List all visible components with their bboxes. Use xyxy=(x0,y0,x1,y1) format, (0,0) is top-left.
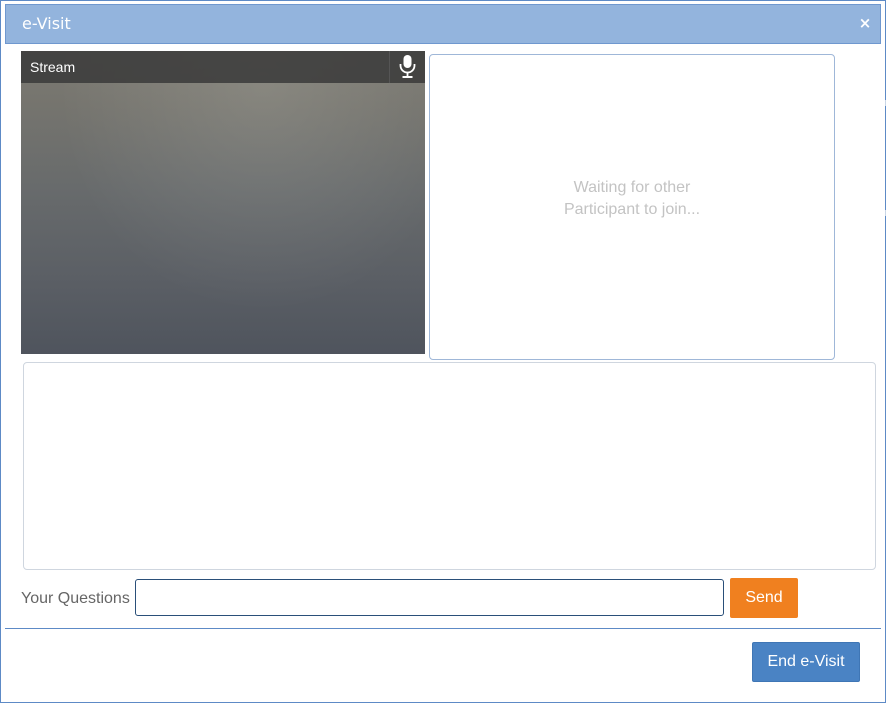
microphone-icon xyxy=(399,55,416,78)
waiting-status-text: Waiting for other Participant to join... xyxy=(563,179,701,218)
footer-divider xyxy=(5,628,881,629)
local-video-label: Stream xyxy=(30,59,76,75)
end-evisit-button[interactable]: End e-Visit xyxy=(752,642,860,682)
evisit-dialog: e-Visit × Stream Waiting for other Parti… xyxy=(0,0,886,703)
send-button[interactable]: Send xyxy=(730,578,798,618)
dialog-title-bar: e-Visit × xyxy=(5,4,881,44)
chat-log[interactable] xyxy=(23,362,876,570)
local-video-stream: Stream xyxy=(21,51,425,354)
close-icon[interactable]: × xyxy=(857,15,873,31)
questions-label: Your Questions xyxy=(21,590,130,607)
remote-video-panel: Waiting for other Participant to join... xyxy=(429,54,835,360)
mute-microphone-button[interactable] xyxy=(389,51,425,83)
questions-input[interactable] xyxy=(135,579,724,616)
local-video-header: Stream xyxy=(21,51,425,83)
dialog-title: e-Visit xyxy=(22,14,71,33)
